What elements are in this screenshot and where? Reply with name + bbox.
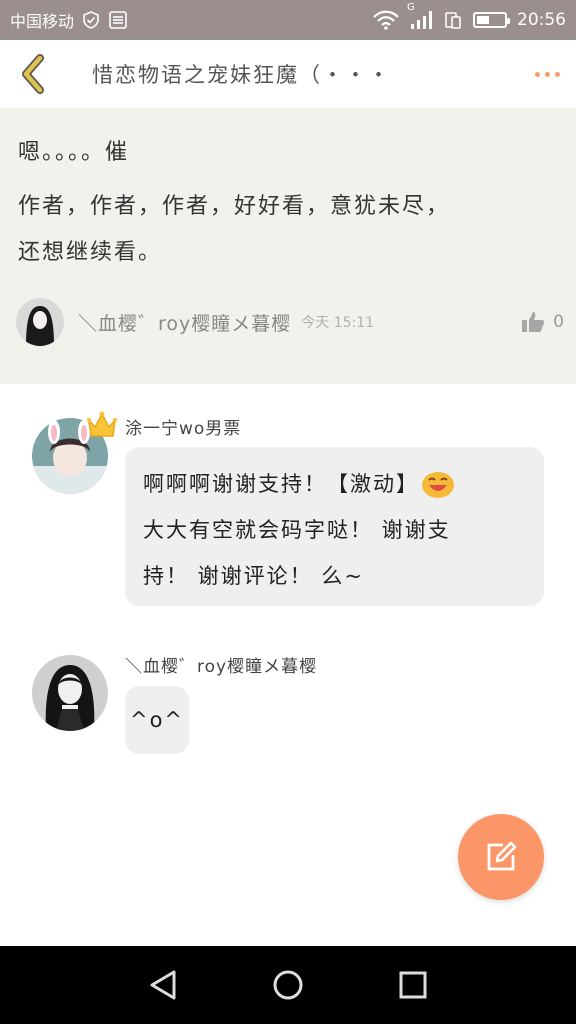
crown-badge-icon xyxy=(87,411,117,437)
nav-recents-button[interactable] xyxy=(383,955,443,1015)
network-type-label: G xyxy=(407,2,415,13)
thumbs-up-icon xyxy=(522,312,545,332)
author-name[interactable]: ＼血樱゛roy樱瞳メ暮樱 xyxy=(78,309,291,336)
nav-home-button[interactable] xyxy=(258,955,318,1015)
title-bar: 惜恋物语之宠妹狂魔（・・・ xyxy=(0,40,576,108)
original-comment-author: ＼血樱゛roy樱瞳メ暮樱 今天 15:11 0 xyxy=(16,298,564,346)
laughing-face-icon xyxy=(422,472,454,498)
reply-line: 持！ 谢谢评论！ 么~ xyxy=(143,564,364,588)
more-dots-icon[interactable] xyxy=(535,62,560,86)
recents-square-icon xyxy=(399,971,427,999)
comment-time: 今天 15:11 xyxy=(301,315,375,331)
comment-line: 作者，作者，作者，好好看，意犹未尽， xyxy=(18,194,451,219)
reply-line-text: 啊啊啊谢谢支持！【激动】 xyxy=(143,472,419,496)
battery-icon xyxy=(473,12,510,28)
home-circle-icon xyxy=(273,970,303,1000)
reply-author-name[interactable]: ＼血樱゛roy樱瞳メ暮樱 xyxy=(125,652,317,677)
dual-sim-icon xyxy=(443,10,463,30)
signal-icon: G xyxy=(407,2,433,30)
navigation-bar xyxy=(0,946,576,1024)
shield-check-icon xyxy=(82,11,100,29)
comment-line: 嗯。。。。催 xyxy=(18,140,130,165)
back-button[interactable] xyxy=(0,40,62,108)
page-title: 惜恋物语之宠妹狂魔（・・・ xyxy=(92,63,391,87)
wifi-icon xyxy=(373,10,399,30)
write-reply-button[interactable] xyxy=(458,814,544,900)
reply-line: 大大有空就会码字哒！ 谢谢支 xyxy=(143,518,451,542)
reply-bubble: ^o^ xyxy=(125,686,189,754)
reply-author-name[interactable]: 涂一宁wo男票 xyxy=(125,414,241,439)
carrier-label: 中国移动 xyxy=(10,12,75,31)
avatar[interactable] xyxy=(16,298,64,346)
reply-detail-page: 中国移动 G 20:56 惜恋物语之宠妹狂魔（・・・ 嗯。。。。催 作者，作者，… xyxy=(0,0,576,1024)
original-comment-text: 嗯。。。。催 作者，作者，作者，好好看，意犹未尽， 还想继续看。 xyxy=(18,130,558,276)
chevron-left-icon xyxy=(22,54,44,94)
reply-bubble: 啊啊啊谢谢支持！【激动】 大大有空就会码字哒！ 谢谢支 持！ 谢谢评论！ 么~ xyxy=(125,447,544,606)
avatar[interactable] xyxy=(32,655,108,731)
reply-line: 啊啊啊谢谢支持！【激动】 xyxy=(143,461,526,507)
back-triangle-icon xyxy=(150,970,176,1000)
status-bar: 中国移动 G 20:56 xyxy=(0,0,576,40)
storage-icon xyxy=(108,10,128,30)
clock: 20:56 xyxy=(517,10,566,30)
like-count: 0 xyxy=(553,312,564,332)
original-comment: 嗯。。。。催 作者，作者，作者，好好看，意犹未尽， 还想继续看。 ＼血樱゛roy… xyxy=(0,108,576,384)
like-button[interactable]: 0 xyxy=(521,311,564,333)
comment-line: 还想继续看。 xyxy=(18,240,163,265)
reply-text: ^o^ xyxy=(129,708,185,732)
nav-back-button[interactable] xyxy=(133,955,193,1015)
edit-icon xyxy=(487,841,517,871)
